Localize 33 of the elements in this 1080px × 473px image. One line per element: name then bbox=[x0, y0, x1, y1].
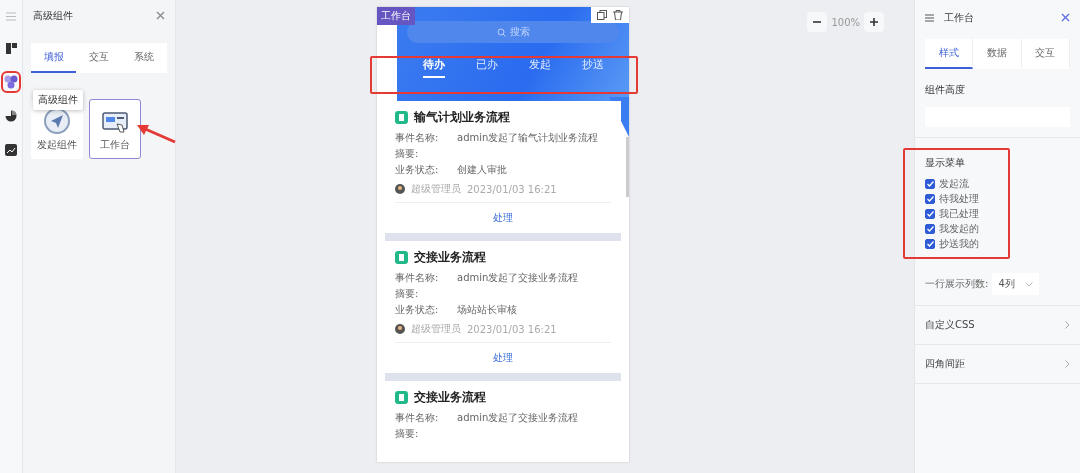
user-name: 超级管理员 bbox=[411, 182, 461, 196]
checkbox-label: 我已处理 bbox=[939, 207, 979, 221]
card-title: 交接业务流程 bbox=[414, 249, 486, 266]
widget-tag: 工作台 bbox=[377, 7, 415, 25]
field-label: 摘要: bbox=[395, 147, 420, 161]
field-value: 场站站长审核 bbox=[457, 303, 517, 317]
panel-title: 高级组件 bbox=[33, 8, 73, 23]
field-value: 创建人审批 bbox=[457, 163, 507, 177]
user-name: 超级管理员 bbox=[411, 322, 461, 336]
field-label: 组件高度 bbox=[925, 83, 966, 97]
card-title: 输气计划业务流程 bbox=[414, 109, 510, 126]
field-label: 一行展示列数: bbox=[925, 277, 989, 291]
field-label: 事件名称: bbox=[395, 271, 440, 285]
tooltip: 高级组件 bbox=[33, 90, 83, 110]
field-label: 事件名称: bbox=[395, 411, 440, 425]
checkbox-label: 我发起的 bbox=[939, 222, 979, 236]
checkbox-label: 抄送我的 bbox=[939, 237, 979, 251]
field-value: admin发起了交接业务流程 bbox=[457, 271, 579, 285]
field-label: 事件名称: bbox=[395, 131, 440, 145]
field-label: 摘要: bbox=[395, 427, 420, 441]
checkbox-label: 待我处理 bbox=[939, 192, 979, 206]
field-value: admin发起了输气计划业务流程 bbox=[457, 131, 599, 145]
section-label: 显示菜单 bbox=[925, 156, 966, 170]
checkbox-label: 发起流 bbox=[939, 177, 969, 191]
card-title: 交接业务流程 bbox=[414, 389, 486, 406]
zoom-level: 100% bbox=[831, 16, 860, 28]
timestamp: 2023/01/03 16:21 bbox=[467, 183, 557, 195]
field-label: 摘要: bbox=[395, 287, 420, 301]
timestamp: 2023/01/03 16:21 bbox=[467, 323, 557, 335]
field-label: 业务状态: bbox=[395, 303, 440, 317]
field-value: admin发起了交接业务流程 bbox=[457, 411, 579, 425]
field-label: 业务状态: bbox=[395, 163, 440, 177]
panel-title: 工作台 bbox=[944, 10, 974, 25]
